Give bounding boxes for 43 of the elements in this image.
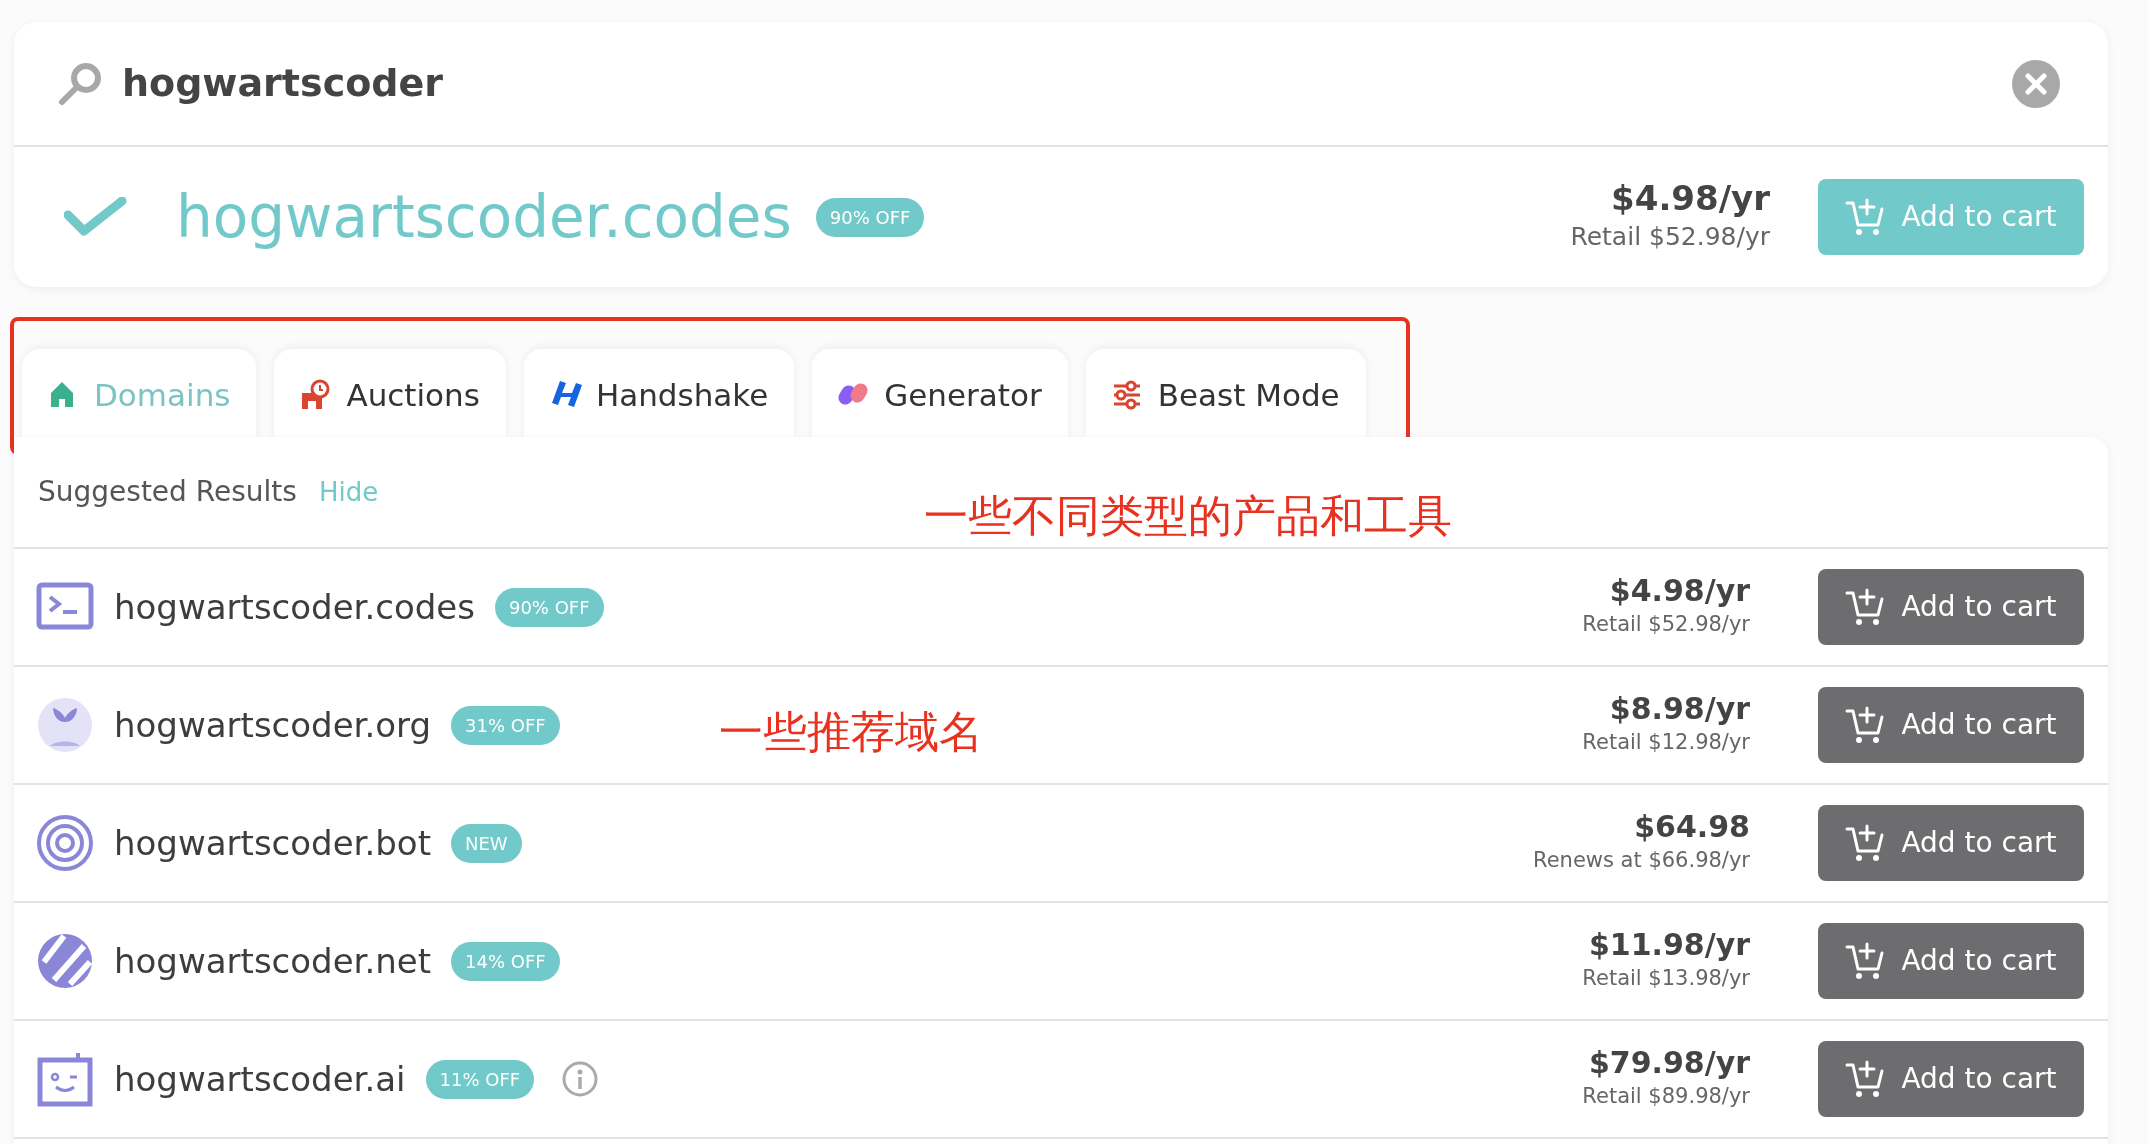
discount-badge: 90% OFF xyxy=(494,587,604,627)
retail-price-text: Retail $52.98/yr xyxy=(1582,610,1750,638)
price-text: $64.98 xyxy=(1633,810,1750,845)
add-to-cart-button[interactable]: Add to cart xyxy=(1818,805,2084,881)
price-text: $8.98/yr xyxy=(1608,692,1750,727)
add-to-cart-button[interactable]: Add to cart xyxy=(1818,569,2084,645)
domain-name: hogwartscoder.net xyxy=(114,939,432,983)
target-icon xyxy=(36,814,94,872)
annotation-text: 一些推荐域名 xyxy=(719,705,983,759)
cart-icon xyxy=(1845,706,1886,744)
retail-price-text: Renews at $66.98/yr xyxy=(1533,846,1750,874)
price-text: $4.98/yr xyxy=(1610,178,1770,218)
price-text: $11.98/yr xyxy=(1587,928,1750,963)
domain-name: hogwartscoder.codes xyxy=(176,181,792,253)
price-text: $4.98/yr xyxy=(1608,574,1750,609)
search-field[interactable]: hogwartscoder xyxy=(122,55,2012,112)
add-to-cart-button[interactable]: Add to cart xyxy=(1818,923,2084,999)
cart-icon xyxy=(1845,588,1886,626)
domain-name: hogwartscoder.ai xyxy=(114,1057,406,1101)
domain-name: hogwartscoder.bot xyxy=(114,821,431,865)
add-to-cart-button[interactable]: Add to cart xyxy=(1818,687,2084,763)
retail-price-text: Retail $89.98/yr xyxy=(1582,1082,1750,1110)
discount-badge: 31% OFF xyxy=(451,705,560,745)
price-text: $79.98/yr xyxy=(1587,1046,1750,1081)
discount-badge: 11% OFF xyxy=(425,1059,535,1099)
section-title: Suggested Results xyxy=(38,474,297,510)
striped-globe-icon xyxy=(36,932,94,990)
retail-price-text: Retail $12.98/yr xyxy=(1582,728,1750,756)
robot-face-icon xyxy=(36,1050,94,1108)
cart-icon xyxy=(1845,942,1886,980)
discount-badge: 90% OFF xyxy=(815,197,925,237)
annotation-text: 一些不同类型的产品和工具 xyxy=(924,489,1452,543)
discount-badge: 14% OFF xyxy=(451,941,560,981)
discount-badge: NEW xyxy=(451,823,522,863)
domain-name: hogwartscoder.codes xyxy=(114,585,475,629)
cart-icon xyxy=(1845,198,1886,236)
retail-price-text: Retail $13.98/yr xyxy=(1582,964,1750,992)
retail-price-text: Retail $52.98/yr xyxy=(1570,220,1770,253)
close-icon[interactable] xyxy=(2012,59,2060,108)
domain-name: hogwartscoder.org xyxy=(114,703,432,747)
add-to-cart-button[interactable]: Add to cart xyxy=(1818,1041,2084,1117)
cart-icon xyxy=(1845,824,1886,862)
cart-icon xyxy=(1845,1060,1886,1098)
